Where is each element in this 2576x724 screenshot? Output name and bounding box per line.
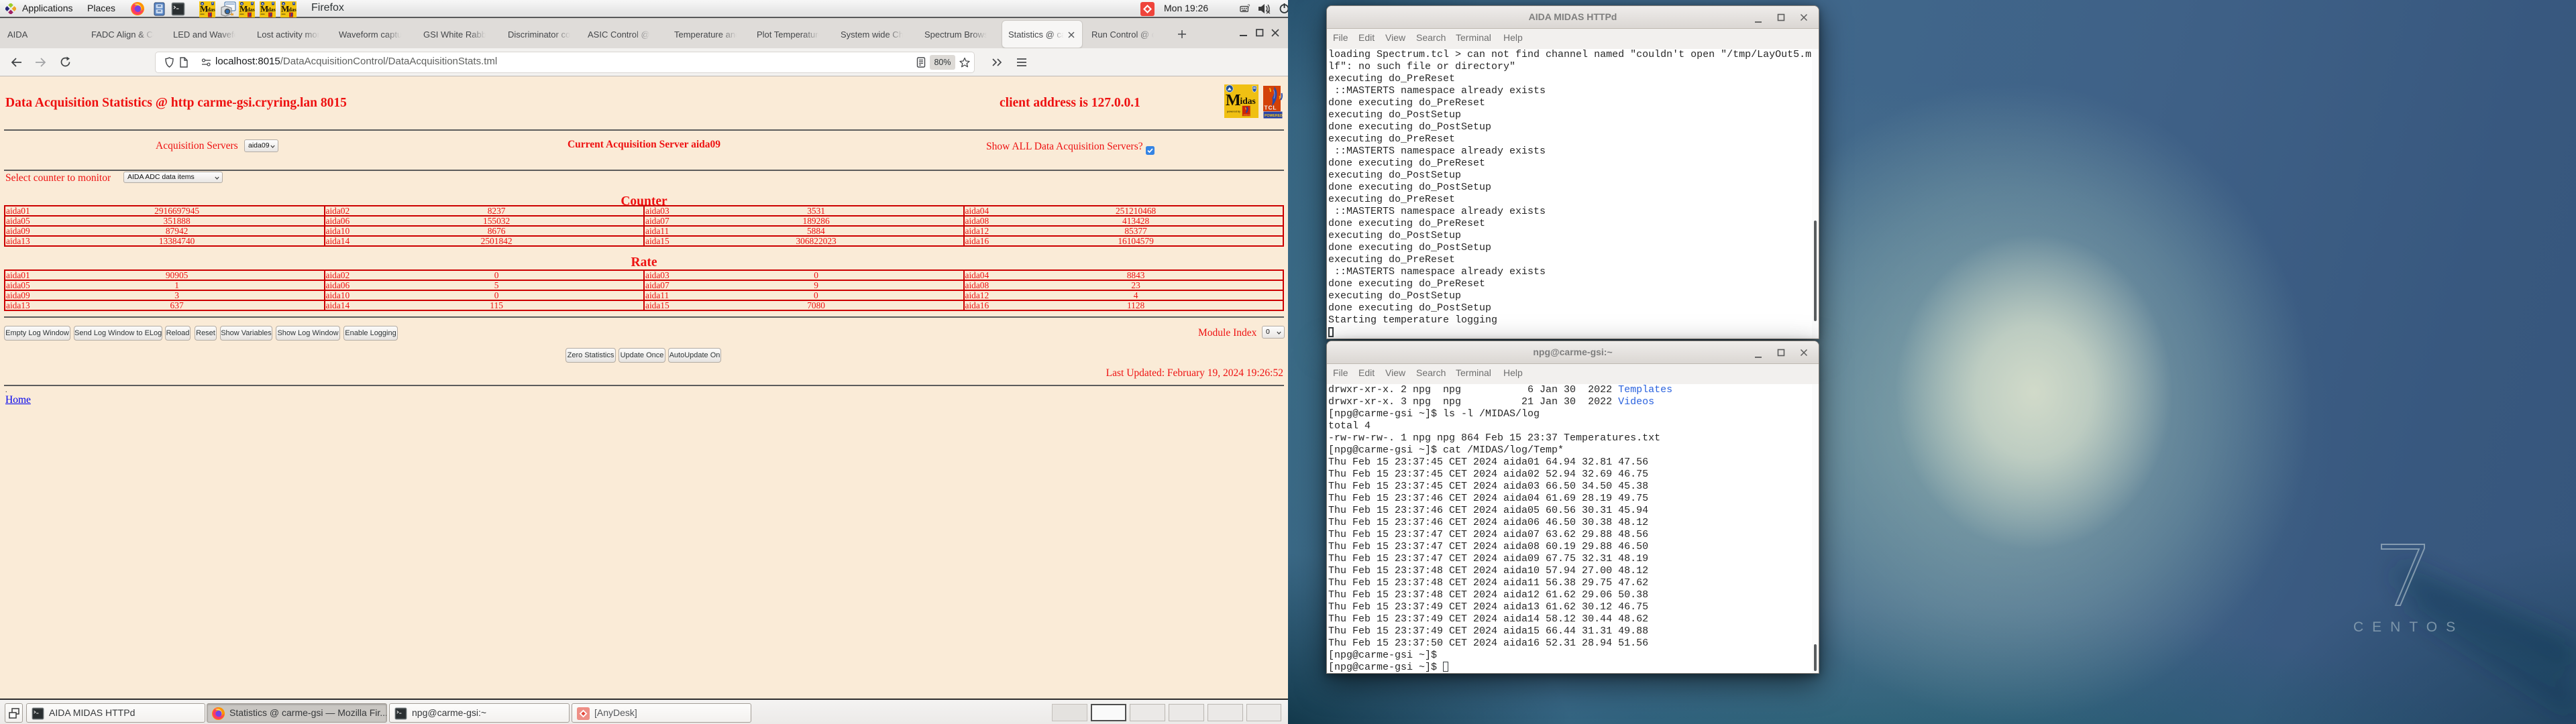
svg-text:M: M	[1226, 92, 1241, 109]
svg-text:?: ?	[1248, 4, 1250, 9]
svg-text:powered by: powered by	[1227, 111, 1240, 113]
svg-text:MIDAS: MIDAS	[1244, 114, 1250, 117]
svg-text:CENTOS: CENTOS	[2353, 619, 2464, 635]
svg-text:POWERED: POWERED	[1265, 114, 1283, 118]
svg-text:TCL: TCL	[1265, 105, 1277, 111]
svg-text:idas: idas	[1240, 96, 1256, 106]
